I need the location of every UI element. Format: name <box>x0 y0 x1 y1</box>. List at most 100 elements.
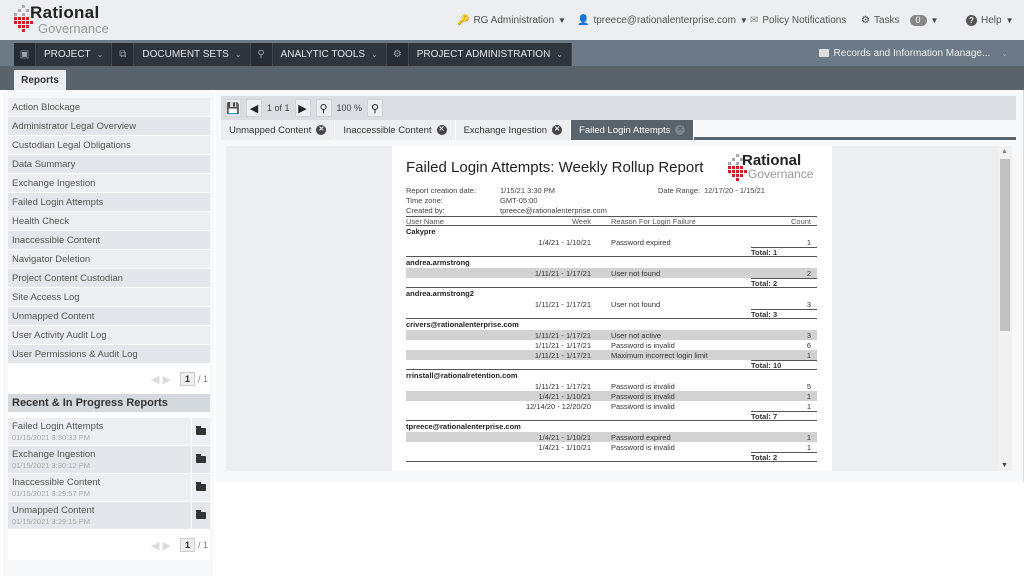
report-list-item[interactable]: User Permissions & Audit Log <box>8 345 210 363</box>
week-cell: 1/11/21 - 1/17/21 <box>534 330 591 340</box>
creation-date-value: 1/15/21 3:30 PM <box>500 186 556 195</box>
prev-page-icon[interactable]: ◀ <box>151 539 159 552</box>
folder-icon <box>196 426 206 435</box>
close-icon[interactable]: ✕ <box>675 125 686 135</box>
prev-page-icon[interactable]: ◀ <box>151 373 159 386</box>
open-folder-button[interactable] <box>192 418 210 445</box>
report-list-item[interactable]: Site Access Log <box>8 288 210 306</box>
scroll-down-icon[interactable]: ▼ <box>1001 462 1008 469</box>
week-cell: 1/11/21 - 1/17/21 <box>534 268 591 278</box>
tab-report[interactable]: Unmapped Content ✕ <box>221 120 336 140</box>
col-reason: Reason For Login Failure <box>611 216 696 226</box>
recent-report-name: Failed Login Attempts <box>12 421 104 432</box>
zoom-out-icon[interactable]: ⚲ <box>315 99 332 117</box>
open-folder-button[interactable] <box>192 474 210 501</box>
report-list-item[interactable]: Data Summary <box>8 155 210 173</box>
prev-page-button[interactable]: ◀ <box>246 99 262 117</box>
chevron-down-icon: ⌄ <box>234 50 242 59</box>
recent-report-item[interactable]: Inaccessible Content 01/15/2021 3:29:57 P… <box>8 474 210 501</box>
report-row: 1/11/21 - 1/17/21 User not active 3 <box>406 330 817 340</box>
tab-report[interactable]: Inaccessible Content ✕ <box>335 120 456 140</box>
next-page-icon[interactable]: ▶ <box>163 539 171 552</box>
project-selector[interactable]: Records and Information Manage... ⌄ <box>818 40 1008 66</box>
report-list-pager: ◀ ▶ 1 / 1 <box>8 364 210 394</box>
reason-cell: Password is invalid <box>611 391 675 401</box>
menu-project[interactable]: PROJECT ⌄ <box>36 43 113 66</box>
report-row: 1/11/21 - 1/17/21 User not found 2 <box>406 268 817 278</box>
date-range-label: Date Range: <box>658 186 701 195</box>
open-folder-button[interactable] <box>192 446 210 473</box>
rg-administration-label: RG Administration <box>473 14 555 26</box>
scrollbar-thumb[interactable] <box>1000 159 1010 331</box>
report-row: 1/4/21 - 1/10/21 Password expired 1 <box>406 237 817 247</box>
report-list-item[interactable]: User Activity Audit Log <box>8 326 210 344</box>
menu-document-sets-label: DOCUMENT SETS <box>142 49 229 60</box>
logo-mark-icon <box>728 154 747 181</box>
user-menu[interactable]: 👤 tpreece@rationalenterprise.com ▼ <box>577 15 748 26</box>
next-page-icon[interactable]: ▶ <box>163 373 171 386</box>
report-user-name: crivers@rationalenterprise.com <box>406 320 519 329</box>
report-list-item[interactable]: Project Content Custodian <box>8 269 210 287</box>
page-number-input[interactable]: 1 <box>179 538 195 552</box>
total-value: Total: 3 <box>751 308 817 319</box>
report-user-name: tpreece@rationalenterprise.com <box>406 422 521 431</box>
recent-report-item[interactable]: Failed Login Attempts 01/15/2021 3:30:33 … <box>8 418 210 445</box>
page-number-input[interactable]: 1 <box>179 372 195 386</box>
report-list: Action Blockage Administrator Legal Overv… <box>8 98 210 363</box>
reason-cell: Password is invalid <box>611 381 675 391</box>
report-list-item[interactable]: Failed Login Attempts <box>8 193 210 211</box>
count-cell: 1 <box>806 391 811 401</box>
tasks-menu[interactable]: ⚙ Tasks 0 ▼ <box>861 14 938 26</box>
report-list-item[interactable]: Unmapped Content <box>8 307 210 325</box>
sidebar: Action Blockage Administrator Legal Overv… <box>3 90 213 576</box>
report-table-header: User Name Week Reason For Login Failure … <box>406 216 817 226</box>
report-list-item[interactable]: Exchange Ingestion <box>8 174 210 192</box>
search-icon[interactable]: ⚲ <box>250 43 273 66</box>
count-cell: 1 <box>806 237 811 247</box>
menu-analytic-tools[interactable]: ANALYTIC TOOLS ⌄ <box>273 43 387 66</box>
report-list-item[interactable]: Inaccessible Content <box>8 231 210 249</box>
briefcase-icon[interactable]: ▣ <box>14 43 36 66</box>
logo-text-governance: Governance <box>38 21 109 36</box>
logo[interactable]: Rational Governance <box>14 3 114 37</box>
count-cell: 1 <box>806 442 811 452</box>
scroll-up-icon[interactable]: ▲ <box>1001 148 1008 155</box>
report-list-item[interactable]: Action Blockage <box>8 98 210 116</box>
save-icon[interactable]: 💾 <box>225 99 241 117</box>
page-indicator: 1 of 1 <box>267 103 290 113</box>
close-icon[interactable]: ✕ <box>316 125 327 135</box>
report-group-total: Total: 2 <box>406 277 817 288</box>
next-page-button[interactable]: ▶ <box>294 99 311 117</box>
viewer-scrollbar[interactable]: ▲ ▼ <box>998 146 1012 471</box>
report-row: 1/11/21 - 1/17/21 Password is invalid 6 <box>406 340 817 350</box>
close-icon[interactable]: ✕ <box>552 125 563 135</box>
tab-report[interactable]: Exchange Ingestion ✕ <box>455 120 572 140</box>
menu-project-administration[interactable]: PROJECT ADMINISTRATION ⌄ <box>409 43 572 66</box>
report-list-item[interactable]: Health Check <box>8 212 210 230</box>
tab-report[interactable]: Failed Login Attempts ✕ <box>571 120 695 140</box>
recent-report-info: Inaccessible Content 01/15/2021 3:29:57 P… <box>8 474 192 501</box>
report-list-item[interactable]: Administrator Legal Overview <box>8 117 210 135</box>
help-menu[interactable]: ? Help ▼ <box>966 14 1014 26</box>
report-list-item[interactable]: Navigator Deletion <box>8 250 210 268</box>
documents-icon[interactable]: ⧉ <box>112 43 135 66</box>
report-logo: Rational Governance <box>728 152 828 182</box>
recent-report-item[interactable]: Exchange Ingestion 01/15/2021 3:30:12 PM <box>8 446 210 473</box>
menu-analytic-tools-label: ANALYTIC TOOLS <box>280 49 366 60</box>
open-folder-button[interactable] <box>192 502 210 529</box>
report-list-item[interactable]: Custodian Legal Obligations <box>8 136 210 154</box>
rg-administration-menu[interactable]: 🔑 RG Administration ▼ <box>457 15 566 26</box>
chevron-down-icon: ⌄ <box>96 50 104 59</box>
report-user-name: andrea.armstrong <box>406 258 470 267</box>
close-icon[interactable]: ✕ <box>436 125 447 135</box>
menu-document-sets[interactable]: DOCUMENT SETS ⌄ <box>134 43 251 66</box>
created-by-value: tpreece@rationalenterprise.com <box>500 206 607 215</box>
tab-reports[interactable]: Reports <box>14 70 66 90</box>
report-row: 1/4/21 - 1/10/21 Password expired 1 <box>406 432 817 442</box>
policy-notifications-link[interactable]: ✉ Policy Notifications <box>750 15 846 26</box>
zoom-in-icon[interactable]: ⚲ <box>367 99 384 117</box>
recent-report-item[interactable]: Unmapped Content 01/15/2021 3:29:15 PM <box>8 502 210 529</box>
top-bar: Rational Governance 🔑 RG Administration … <box>0 0 1024 40</box>
zoom-level: 100 % <box>336 103 363 113</box>
gear-icon[interactable]: ⚙ <box>386 43 409 66</box>
